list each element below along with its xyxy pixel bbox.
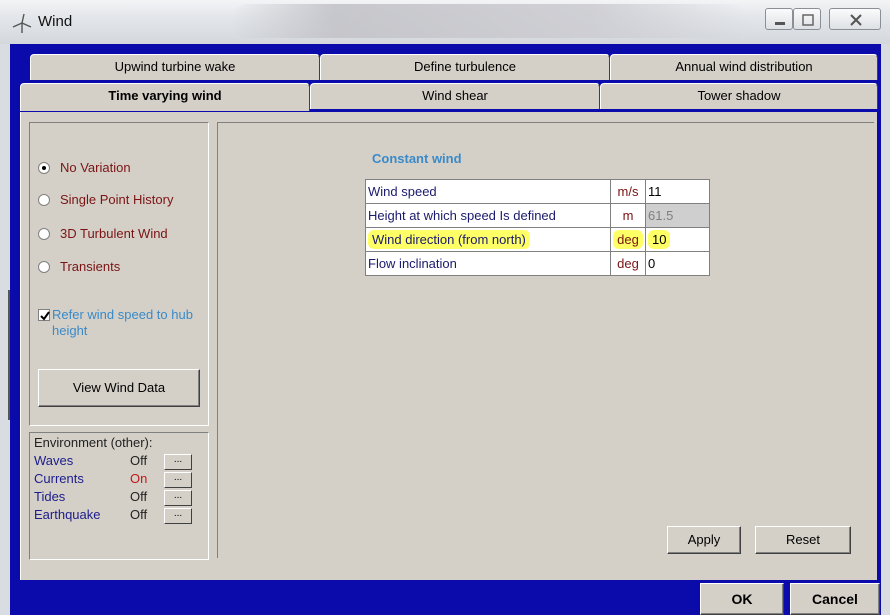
checkbox-label: Refer wind speed to hub height bbox=[52, 307, 193, 338]
currents-settings-button[interactable]: ... bbox=[164, 472, 192, 488]
view-wind-data-button[interactable]: View Wind Data bbox=[38, 369, 200, 407]
maximize-button[interactable] bbox=[793, 8, 821, 30]
reset-button[interactable]: Reset bbox=[755, 526, 851, 554]
env-status: On bbox=[130, 471, 148, 486]
cancel-button[interactable]: Cancel bbox=[790, 583, 880, 615]
close-icon bbox=[850, 14, 862, 26]
check-icon bbox=[40, 311, 50, 321]
radio-label: Single Point History bbox=[60, 192, 174, 207]
waves-settings-button[interactable]: ... bbox=[164, 454, 192, 470]
title-bar-blur bbox=[230, 4, 750, 38]
tab-annual-wind-distribution[interactable]: Annual wind distribution bbox=[610, 54, 878, 80]
minimize-button[interactable] bbox=[765, 8, 793, 30]
radio-dot bbox=[38, 194, 50, 206]
maximize-icon bbox=[802, 14, 814, 26]
radio-dot bbox=[38, 228, 50, 240]
env-row-waves: Waves Off ... bbox=[34, 453, 204, 470]
refer-hub-height-checkbox[interactable]: Refer wind speed to hub height bbox=[38, 307, 198, 347]
close-button[interactable] bbox=[829, 8, 881, 30]
radio-label: 3D Turbulent Wind bbox=[60, 226, 168, 241]
wind-direction-input[interactable]: 10 bbox=[645, 227, 710, 252]
radio-dot bbox=[38, 261, 50, 273]
env-status: Off bbox=[130, 507, 148, 522]
param-name: Height at which speed Is defined bbox=[365, 203, 611, 228]
constant-wind-panel: Constant wind Wind speed m/s 11 Height a… bbox=[217, 122, 874, 558]
table-row: Flow inclination deg 0 bbox=[365, 251, 710, 276]
radio-label: No Variation bbox=[60, 160, 131, 175]
flow-inclination-input[interactable]: 0 bbox=[645, 251, 710, 276]
window-title: Wind bbox=[38, 13, 73, 30]
env-status: Off bbox=[130, 453, 148, 468]
param-unit: m bbox=[610, 203, 646, 228]
table-row: Wind direction (from north) deg 10 bbox=[365, 227, 710, 252]
env-name: Tides bbox=[34, 489, 66, 504]
tides-settings-button[interactable]: ... bbox=[164, 490, 192, 506]
apply-button[interactable]: Apply bbox=[667, 526, 741, 554]
param-unit: deg bbox=[610, 251, 646, 276]
env-row-currents: Currents On ... bbox=[34, 471, 204, 488]
param-unit: m/s bbox=[610, 179, 646, 204]
env-name: Currents bbox=[34, 471, 84, 486]
constant-wind-heading: Constant wind bbox=[372, 151, 462, 166]
tab-page-time-varying-wind: No Variation Single Point History 3D Tur… bbox=[20, 112, 877, 580]
tab-wind-shear[interactable]: Wind shear bbox=[310, 83, 600, 109]
tab-tower-shadow[interactable]: Tower shadow bbox=[600, 83, 878, 109]
tab-time-varying-wind[interactable]: Time varying wind bbox=[20, 83, 310, 111]
earthquake-settings-button[interactable]: ... bbox=[164, 508, 192, 524]
variation-panel: No Variation Single Point History 3D Tur… bbox=[29, 122, 209, 426]
ok-button[interactable]: OK bbox=[700, 583, 784, 615]
env-name: Earthquake bbox=[34, 507, 101, 522]
env-name: Waves bbox=[34, 453, 74, 468]
title-bar[interactable]: Wind bbox=[0, 0, 890, 44]
param-name: Wind direction (from north) bbox=[365, 227, 611, 252]
highlighted-unit: deg bbox=[613, 230, 643, 249]
highlighted-value: 10 bbox=[648, 230, 671, 249]
constant-wind-table: Wind speed m/s 11 Height at which speed … bbox=[365, 179, 710, 276]
env-status: Off bbox=[130, 489, 148, 504]
param-name: Wind speed bbox=[365, 179, 611, 204]
environment-panel: Environment (other): Waves Off ... Curre… bbox=[29, 432, 209, 560]
highlighted-label: Wind direction (from north) bbox=[368, 230, 530, 249]
environment-title: Environment (other): bbox=[34, 435, 153, 450]
env-row-tides: Tides Off ... bbox=[34, 489, 204, 506]
reference-height-input: 61.5 bbox=[645, 203, 710, 228]
table-row: Wind speed m/s 11 bbox=[365, 179, 710, 204]
param-name: Flow inclination bbox=[365, 251, 611, 276]
minimize-icon bbox=[775, 22, 785, 25]
wind-turbine-icon bbox=[12, 13, 32, 33]
tab-upwind-turbine-wake[interactable]: Upwind turbine wake bbox=[30, 54, 320, 80]
tab-define-turbulence[interactable]: Define turbulence bbox=[320, 54, 610, 80]
radio-label: Transients bbox=[60, 259, 121, 274]
radio-dot-selected bbox=[38, 162, 50, 174]
window-frame-right bbox=[881, 44, 890, 615]
checkbox-box[interactable] bbox=[38, 309, 50, 321]
param-unit: deg bbox=[610, 227, 646, 252]
env-row-earthquake: Earthquake Off ... bbox=[34, 507, 204, 524]
wind-speed-input[interactable]: 11 bbox=[645, 179, 710, 204]
table-row: Height at which speed Is defined m 61.5 bbox=[365, 203, 710, 228]
